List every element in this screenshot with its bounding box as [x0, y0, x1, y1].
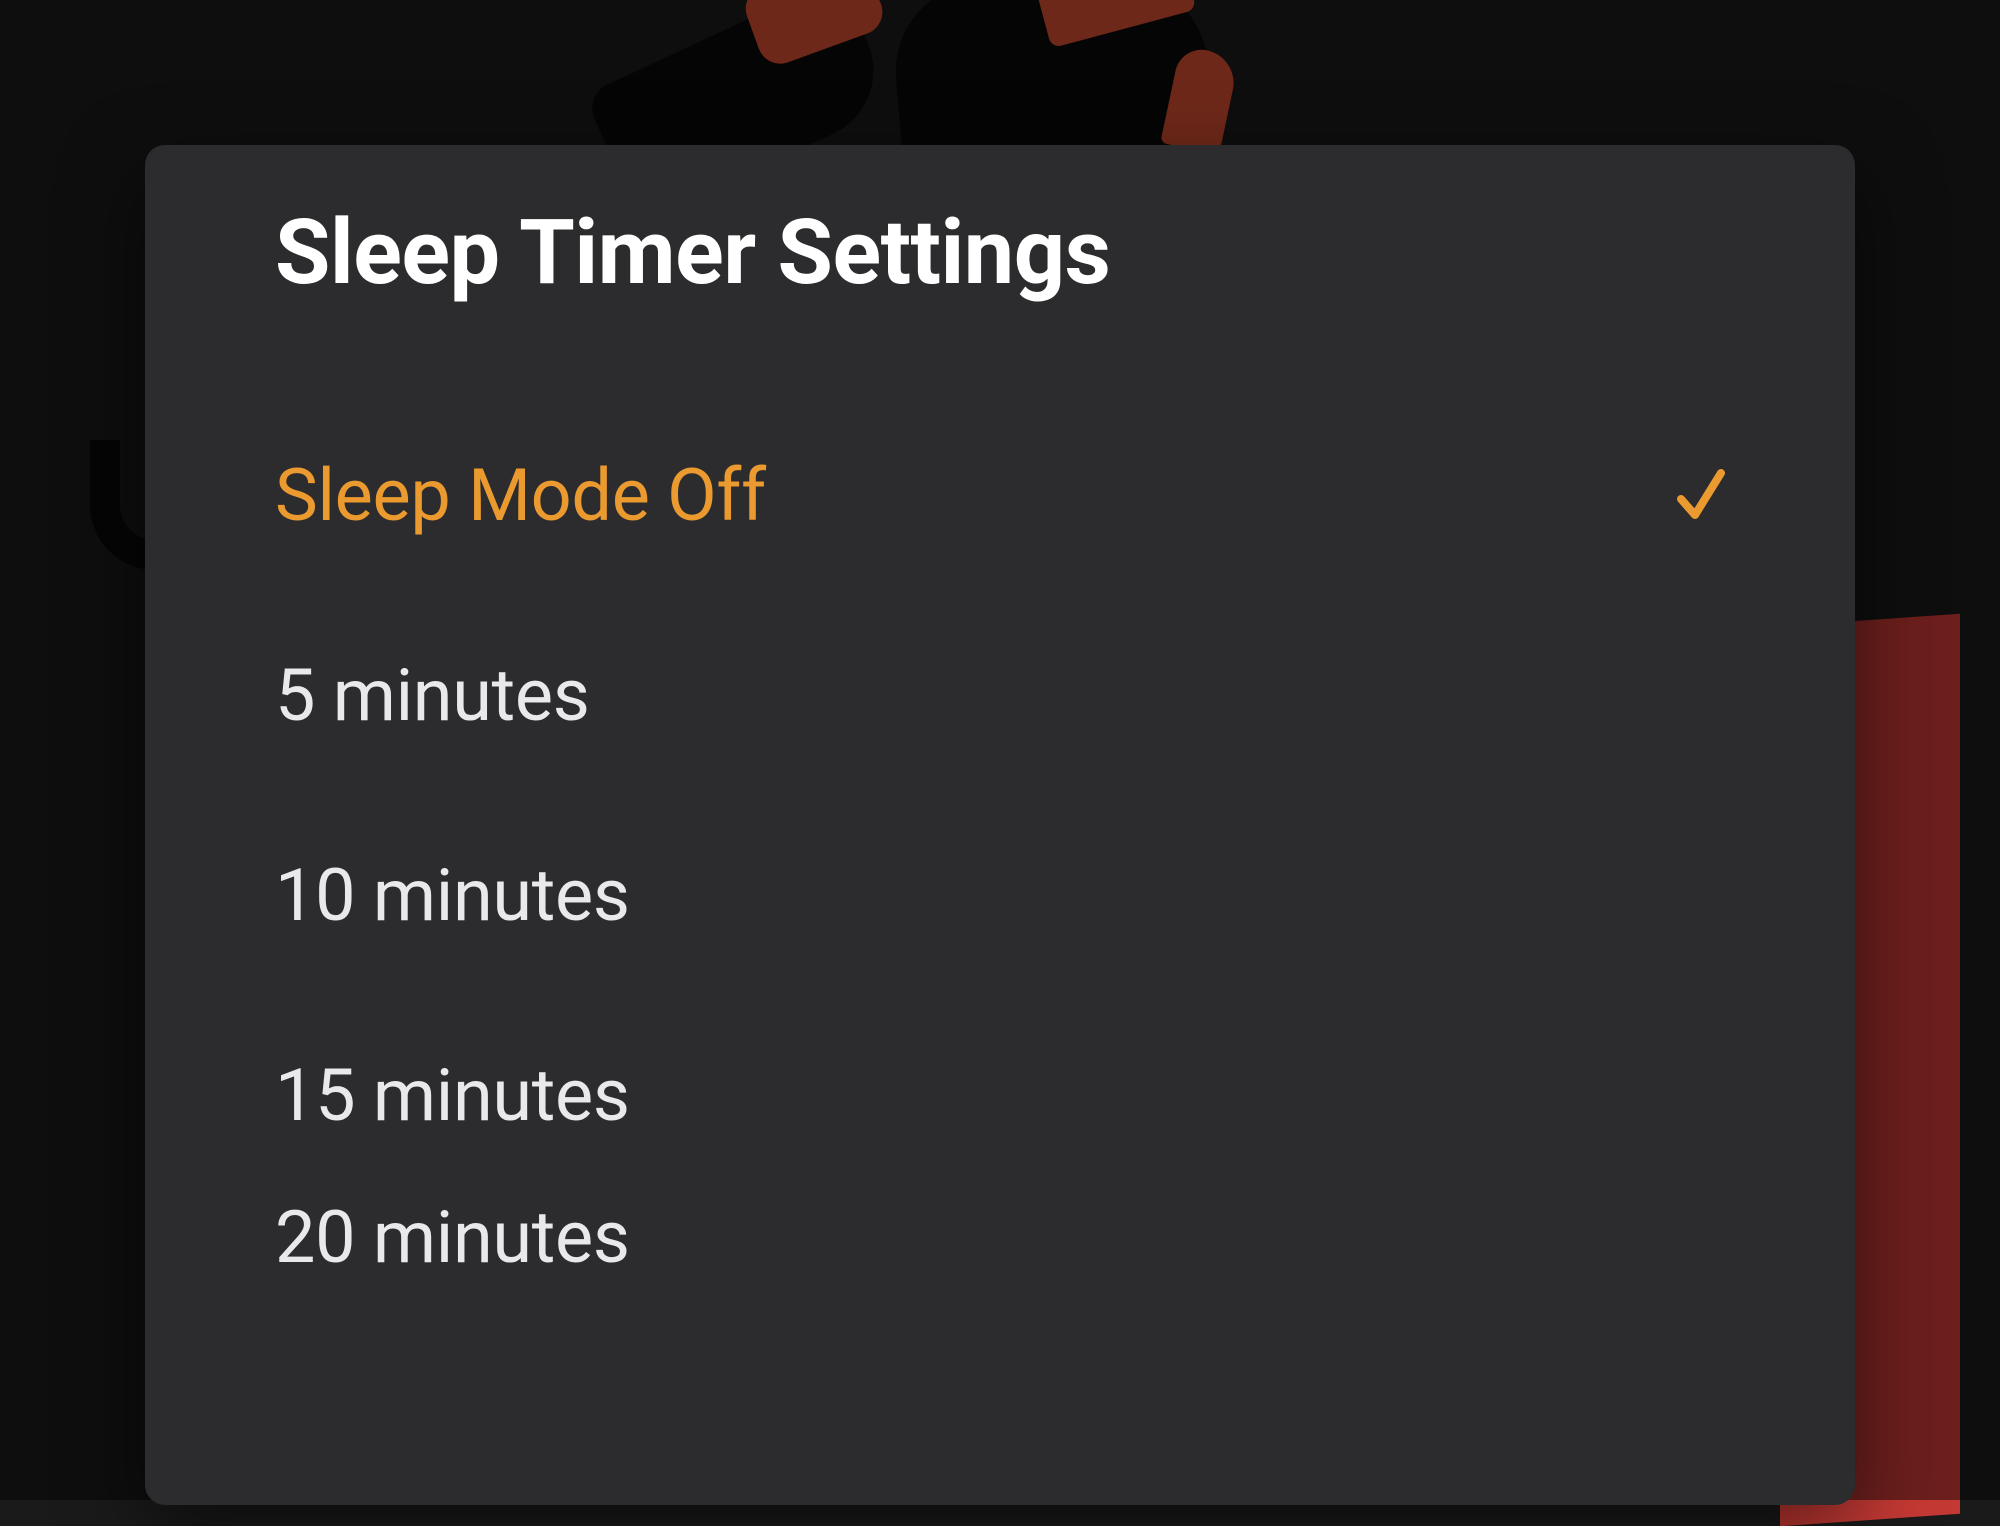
- dialog-title: Sleep Timer Settings: [275, 200, 1725, 305]
- option-10-minutes[interactable]: 10 minutes: [275, 795, 1725, 995]
- option-label: 10 minutes: [275, 853, 630, 938]
- option-label: 20 minutes: [275, 1195, 630, 1275]
- option-sleep-mode-off[interactable]: Sleep Mode Off: [275, 395, 1725, 595]
- check-icon: [1677, 463, 1725, 527]
- option-label: 15 minutes: [275, 1053, 630, 1138]
- option-15-minutes[interactable]: 15 minutes: [275, 995, 1725, 1195]
- option-label: Sleep Mode Off: [275, 453, 766, 538]
- option-label: 5 minutes: [275, 653, 590, 738]
- option-20-minutes[interactable]: 20 minutes: [275, 1195, 1725, 1275]
- sleep-timer-dialog: Sleep Timer Settings Sleep Mode Off 5 mi…: [145, 145, 1855, 1505]
- option-5-minutes[interactable]: 5 minutes: [275, 595, 1725, 795]
